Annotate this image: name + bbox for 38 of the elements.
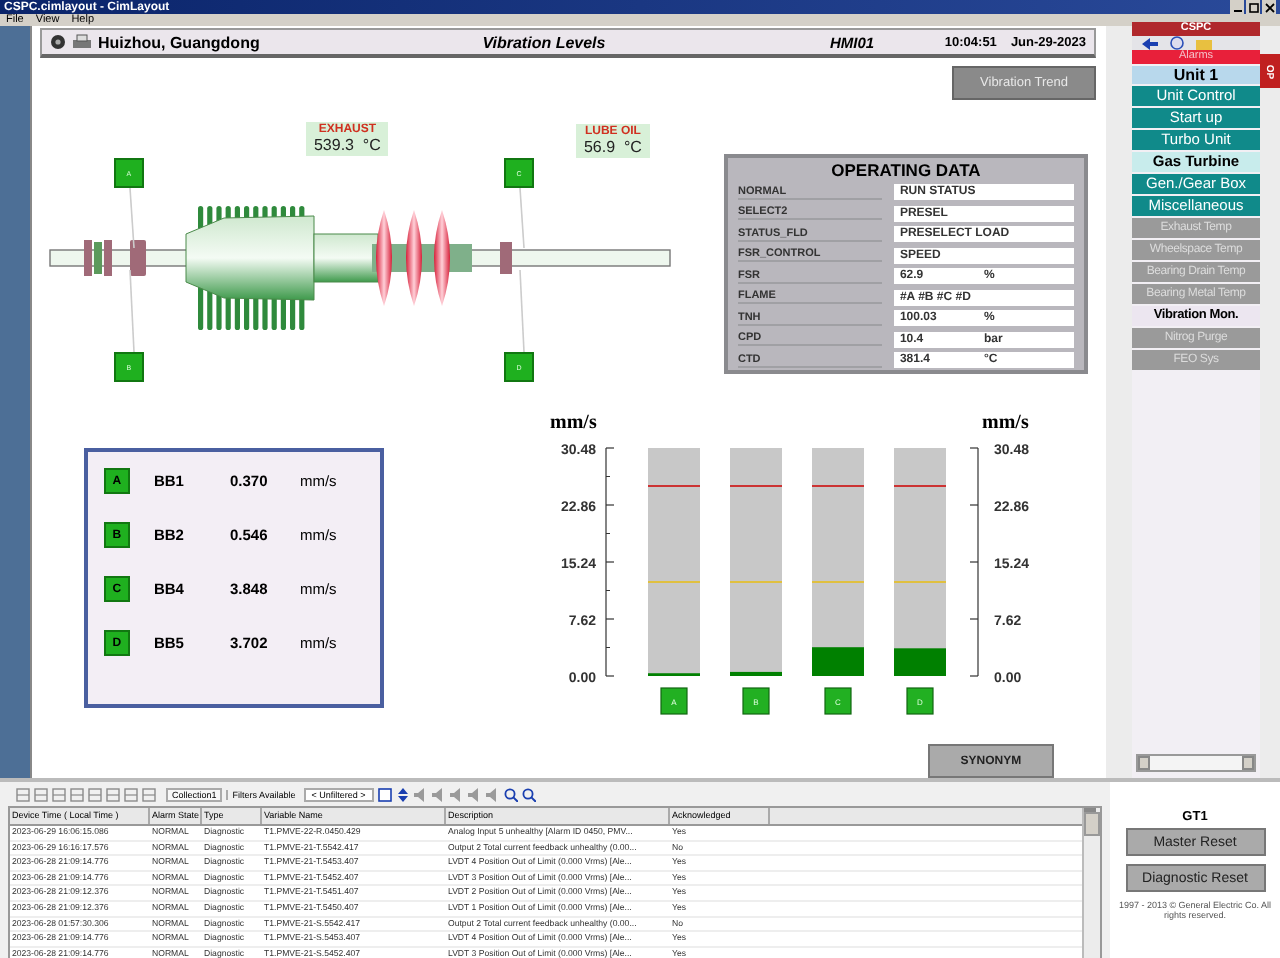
axis-label: mm/s (981, 412, 1029, 434)
globe-icon[interactable] (1170, 36, 1184, 50)
scrollbar[interactable] (1082, 808, 1100, 958)
leader-line (129, 269, 135, 353)
grid-icon[interactable] (52, 787, 66, 801)
folder-icon[interactable] (1196, 37, 1212, 49)
grid-icon[interactable] (142, 787, 156, 801)
printer-icon[interactable] (71, 34, 92, 50)
grid-icon[interactable] (70, 787, 84, 801)
grid-icon[interactable] (34, 787, 48, 801)
sensor-tag[interactable] (660, 687, 688, 715)
up-down-arrow-icon[interactable] (395, 787, 410, 801)
panel-title: OPERATING DATA (829, 160, 983, 182)
close-button[interactable] (1262, 0, 1276, 14)
minimize-button[interactable] (1230, 0, 1244, 14)
grid-icon[interactable] (124, 787, 138, 801)
back-arrow-icon[interactable] (1142, 37, 1158, 49)
maximize-button[interactable] (1246, 0, 1260, 14)
zoom-icon[interactable] (521, 787, 536, 801)
sensor-tag[interactable] (906, 687, 934, 715)
screen-title: Vibration Levels (480, 33, 608, 51)
grid-icon[interactable] (16, 787, 30, 801)
temperature-value: 56.9 °C (583, 138, 642, 156)
nav-item[interactable]: Unit 1 (1132, 66, 1260, 84)
temperature-value: 539.3 °C (313, 136, 381, 154)
axis-label: mm/s (549, 412, 597, 434)
leader-line (129, 187, 135, 249)
sensor-tag[interactable] (742, 687, 770, 715)
scrollbar[interactable] (1136, 754, 1256, 772)
status-icon (49, 34, 66, 50)
leader-line (519, 187, 525, 249)
list-icon[interactable] (377, 787, 392, 801)
grid-icon[interactable] (88, 787, 102, 801)
leader-line (519, 269, 525, 353)
location-label: Huizhou, Guangdong (97, 33, 262, 51)
grid-icon[interactable] (106, 787, 120, 801)
zoom-icon[interactable] (503, 787, 518, 801)
sensor-tag[interactable] (824, 687, 852, 715)
